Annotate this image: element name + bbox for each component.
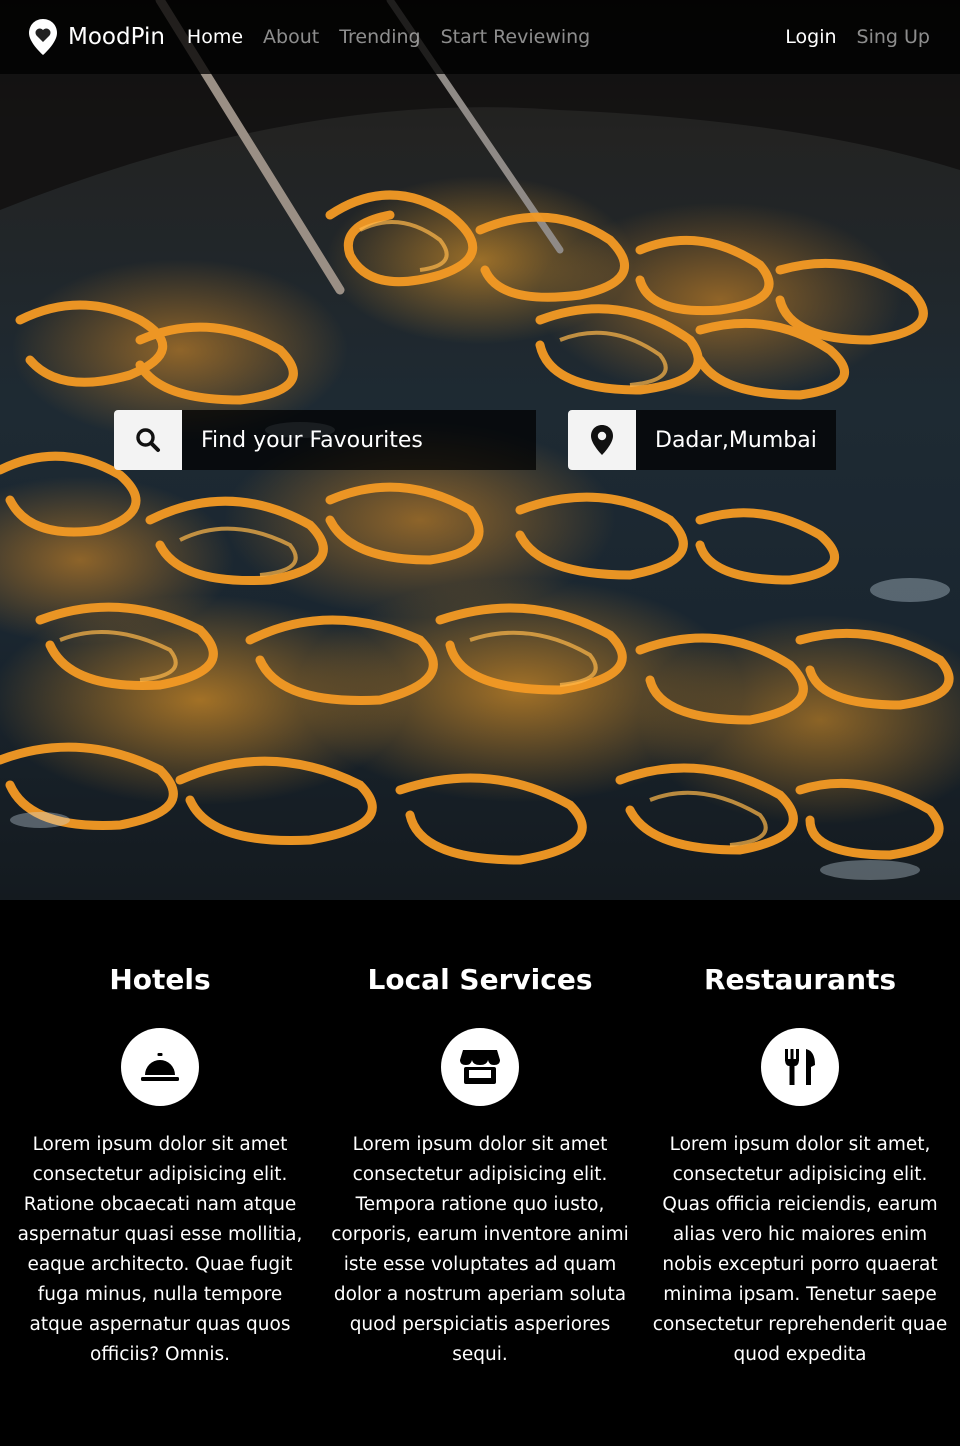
login-link[interactable]: Login <box>785 26 836 48</box>
map-pin-icon <box>29 19 57 55</box>
search-button[interactable] <box>114 410 182 470</box>
feature-local-services: Local Services Lorem ipsum dolor sit ame… <box>320 900 640 1446</box>
nav-start-reviewing-link[interactable]: Start Reviewing <box>441 26 591 48</box>
utensils-icon <box>761 1028 839 1106</box>
feature-description: Lorem ipsum dolor sit amet consectetur a… <box>331 1134 629 1365</box>
nav-home-link[interactable]: Home <box>187 26 243 48</box>
signup-link[interactable]: Sing Up <box>857 26 930 48</box>
feature-description: Lorem ipsum dolor sit amet, consectetur … <box>652 1134 948 1365</box>
find-search-group: Find your Favourites <box>114 410 536 470</box>
feature-restaurants: Restaurants Lorem ipsum dolor sit amet, … <box>640 900 960 1446</box>
find-favourites-input[interactable]: Find your Favourites <box>182 410 536 470</box>
feature-title: Restaurants <box>703 963 897 996</box>
feature-title: Local Services <box>367 963 593 996</box>
top-navbar: MoodPin Home About Trending Start Review… <box>0 0 960 74</box>
concierge-bell-icon <box>121 1028 199 1106</box>
search-icon <box>136 428 160 452</box>
store-icon <box>441 1028 519 1106</box>
location-button[interactable] <box>568 410 636 470</box>
brand-name: MoodPin <box>68 24 165 50</box>
main-nav: Home About Trending Start Reviewing <box>187 26 590 48</box>
features-section: Hotels Lorem ipsum dolor sit amet consec… <box>0 900 960 1446</box>
map-marker-icon <box>591 425 613 455</box>
location-input[interactable]: Dadar,Mumbai <box>636 410 836 470</box>
feature-hotels: Hotels Lorem ipsum dolor sit amet consec… <box>0 900 320 1446</box>
nav-about-link[interactable]: About <box>263 26 319 48</box>
feature-title: Hotels <box>109 963 211 996</box>
nav-trending-link[interactable]: Trending <box>339 26 420 48</box>
brand-logo[interactable]: MoodPin <box>28 18 187 56</box>
auth-nav: Login Sing Up <box>785 26 930 48</box>
feature-description: Lorem ipsum dolor sit amet consectetur a… <box>17 1134 303 1365</box>
location-search-group: Dadar,Mumbai <box>568 410 836 470</box>
